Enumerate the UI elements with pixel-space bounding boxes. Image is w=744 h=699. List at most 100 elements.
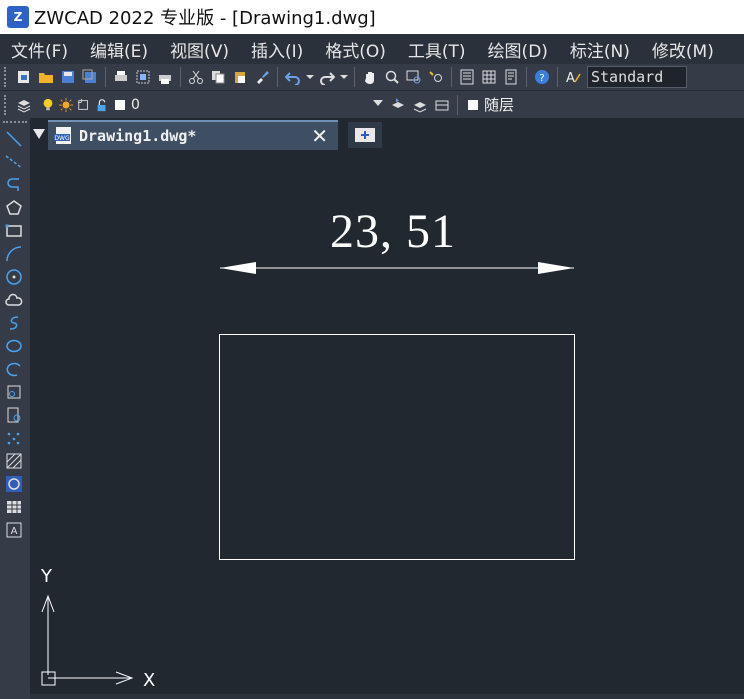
- cut-button[interactable]: [186, 67, 206, 87]
- menu-file[interactable]: 文件(F): [0, 37, 79, 62]
- preview-button[interactable]: [133, 67, 153, 87]
- plot-icon: [159, 75, 171, 84]
- tab-list-dropdown-icon[interactable]: [33, 129, 45, 139]
- layer-current-icon: [392, 97, 404, 108]
- multiline-text-button[interactable]: A: [5, 521, 23, 539]
- layer-name: 0: [131, 96, 140, 113]
- text-style-select[interactable]: Standard: [587, 66, 687, 88]
- point-button[interactable]: [5, 429, 23, 447]
- line-button[interactable]: [5, 130, 23, 148]
- paste-button[interactable]: [230, 67, 250, 87]
- rectangle-icon: [5, 224, 22, 237]
- folder-icon: [39, 73, 53, 83]
- polyline-button[interactable]: [5, 176, 23, 194]
- toolbar-grip[interactable]: [4, 94, 10, 115]
- properties-button[interactable]: [457, 67, 477, 87]
- menu-tools[interactable]: 工具(T): [397, 37, 477, 62]
- copy-button[interactable]: [208, 67, 228, 87]
- open-file-button[interactable]: [36, 67, 56, 87]
- table-button[interactable]: [5, 498, 23, 516]
- separator: [526, 67, 527, 87]
- separator: [557, 67, 558, 87]
- polygon-button[interactable]: [5, 199, 23, 217]
- zoom-icon: [385, 70, 399, 84]
- lightbulb-icon: [43, 98, 53, 110]
- viewport-freeze-icon: [77, 98, 88, 110]
- design-center-button[interactable]: [479, 67, 499, 87]
- make-block-icon: [7, 407, 21, 423]
- help-button[interactable]: ?: [532, 67, 552, 87]
- dimension-text[interactable]: 23, 51: [330, 204, 456, 259]
- toolbar-grip[interactable]: [3, 121, 27, 125]
- sun-icon: [59, 97, 73, 112]
- menu-modify[interactable]: 修改(M): [641, 37, 725, 62]
- layers-toolbar: 0 随层: [0, 91, 744, 118]
- undo-dropdown[interactable]: [305, 67, 315, 87]
- layer-previous-button[interactable]: [410, 95, 430, 115]
- close-icon[interactable]: ✕: [311, 125, 328, 147]
- pan-button[interactable]: [360, 67, 380, 87]
- redo-dropdown[interactable]: [339, 67, 349, 87]
- layer-states-button[interactable]: [432, 95, 452, 115]
- make-current-layer-button[interactable]: [388, 95, 408, 115]
- menu-edit[interactable]: 编辑(E): [79, 37, 159, 62]
- spline-button[interactable]: [5, 314, 23, 332]
- ellipse-arc-icon: [6, 362, 21, 377]
- rectangle-entity[interactable]: [219, 334, 575, 560]
- new-file-button[interactable]: [14, 67, 34, 87]
- paste-icon: [235, 72, 245, 83]
- xline-icon: [5, 155, 23, 169]
- save-as-button[interactable]: [80, 67, 100, 87]
- window-title: ZWCAD 2022 专业版 - [Drawing1.dwg]: [34, 8, 376, 29]
- revision-cloud-button[interactable]: [5, 291, 23, 309]
- ellipse-button[interactable]: [5, 337, 23, 355]
- hatch-button[interactable]: [5, 452, 23, 470]
- menu-bar: 文件(F) 编辑(E) 视图(V) 插入(I) 格式(O) 工具(T) 绘图(D…: [0, 34, 744, 64]
- zoom-window-button[interactable]: [404, 67, 424, 87]
- chevron-down-icon: [340, 75, 348, 79]
- text-style-button[interactable]: A: [563, 67, 583, 87]
- tab-drawing1[interactable]: DWG Drawing1.dwg* ✕: [48, 120, 338, 150]
- properties-icon: [460, 69, 474, 85]
- region-button[interactable]: [5, 475, 23, 493]
- make-block-button[interactable]: [5, 406, 23, 424]
- chevron-down-icon[interactable]: [373, 99, 383, 106]
- zwcad-logo-icon: Z: [7, 6, 29, 28]
- separator: [354, 67, 355, 87]
- ellipse-arc-button[interactable]: [5, 360, 23, 378]
- color-control-select[interactable]: 随层: [462, 93, 632, 116]
- menu-dimension[interactable]: 标注(N): [559, 37, 641, 62]
- line-icon: [6, 131, 22, 147]
- zoom-previous-button[interactable]: [426, 67, 446, 87]
- drawing-canvas[interactable]: Y X 23, 51: [30, 150, 744, 699]
- text-style-icon: A: [566, 71, 581, 85]
- menu-insert[interactable]: 插入(I): [240, 37, 314, 62]
- tool-palette-button[interactable]: [501, 67, 521, 87]
- rectangle-button[interactable]: [5, 222, 23, 240]
- arc-icon: [6, 246, 22, 262]
- layer-select[interactable]: 0: [37, 93, 387, 116]
- menu-format[interactable]: 格式(O): [314, 37, 397, 62]
- redo-icon: [320, 72, 335, 85]
- plot-button[interactable]: [155, 67, 175, 87]
- circle-button[interactable]: [5, 268, 23, 286]
- toolbar-grip[interactable]: [4, 67, 10, 87]
- save-button[interactable]: [58, 67, 78, 87]
- arc-button[interactable]: [5, 245, 23, 263]
- zoom-realtime-button[interactable]: [382, 67, 402, 87]
- layer-manager-button[interactable]: [14, 95, 34, 115]
- redo-button[interactable]: [317, 67, 337, 87]
- undo-button[interactable]: [283, 67, 303, 87]
- menu-view[interactable]: 视图(V): [159, 37, 240, 62]
- layer-stack-icon: [17, 99, 31, 113]
- grid-icon: [482, 70, 496, 84]
- preview-icon: [136, 70, 150, 84]
- menu-draw[interactable]: 绘图(D): [477, 37, 559, 62]
- layout-tabs-strip: [30, 694, 744, 699]
- match-properties-button[interactable]: [252, 67, 272, 87]
- construction-line-button[interactable]: [5, 153, 23, 171]
- insert-block-button[interactable]: [5, 383, 23, 401]
- new-file-icon: [18, 71, 29, 83]
- new-tab-button[interactable]: [348, 122, 382, 148]
- print-button[interactable]: [111, 67, 131, 87]
